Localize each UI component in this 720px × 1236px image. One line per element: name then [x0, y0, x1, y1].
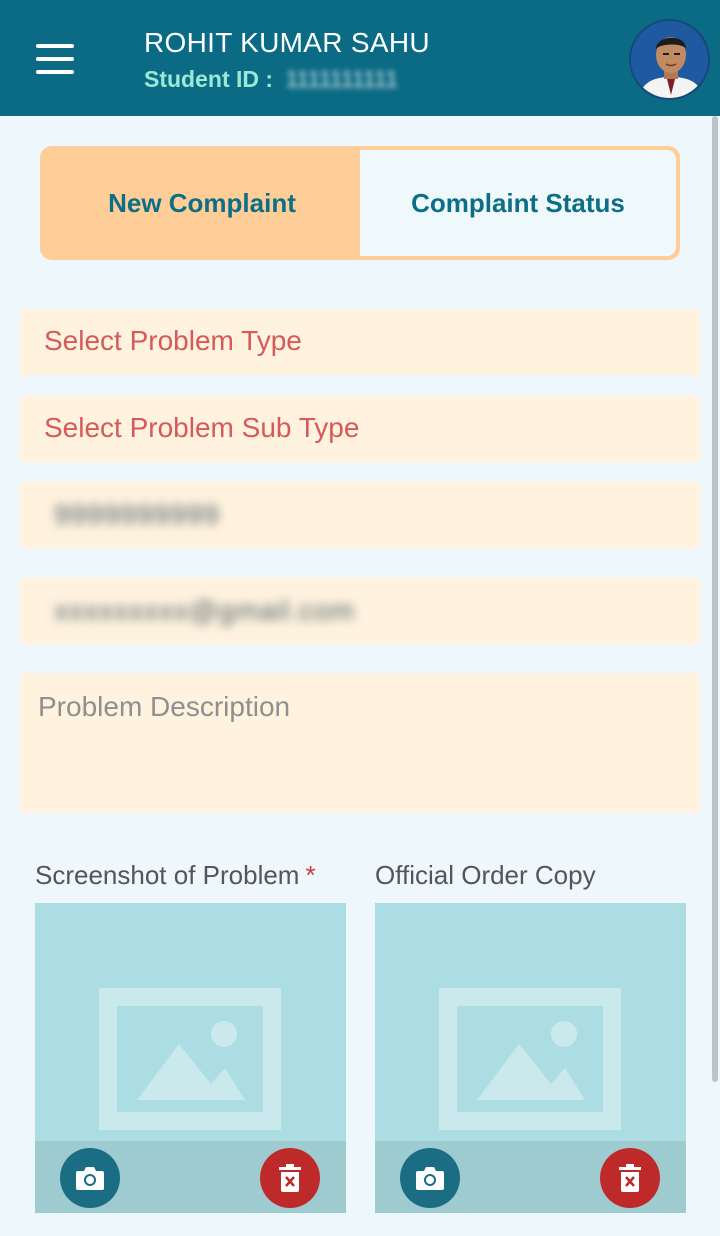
- avatar-photo: [631, 21, 708, 98]
- phone-value: 9999999999: [54, 499, 220, 530]
- camera-icon: [416, 1167, 444, 1190]
- problem-type-placeholder: Select Problem Type: [44, 325, 302, 356]
- phone-field[interactable]: 9999999999: [20, 482, 700, 548]
- problem-subtype-placeholder: Select Problem Sub Type: [44, 412, 360, 443]
- trash-icon: [279, 1164, 301, 1192]
- problem-description-input[interactable]: Problem Description: [20, 673, 700, 813]
- problem-subtype-select[interactable]: Select Problem Sub Type: [20, 396, 700, 462]
- screenshot-label-text: Screenshot of Problem: [35, 860, 300, 890]
- email-field[interactable]: xxxxxxxxx@gmail.com: [20, 578, 700, 644]
- trash-icon: [619, 1164, 641, 1192]
- screenshot-upload-box[interactable]: [35, 903, 346, 1213]
- problem-type-select[interactable]: Select Problem Type: [20, 309, 700, 375]
- hamburger-menu-icon[interactable]: [36, 44, 76, 74]
- student-id-value: 1111111111: [285, 66, 398, 92]
- avatar[interactable]: [629, 19, 710, 100]
- image-placeholder-icon: [439, 988, 621, 1130]
- upload-action-bar: [35, 1141, 346, 1213]
- description-placeholder: Problem Description: [38, 691, 291, 722]
- tab-complaint-status[interactable]: Complaint Status: [360, 150, 676, 256]
- complaint-tabs: New Complaint Complaint Status: [40, 146, 680, 260]
- camera-button[interactable]: [400, 1148, 460, 1208]
- student-id-row: Student ID : 1111111111: [144, 66, 398, 93]
- scrollbar[interactable]: [712, 116, 718, 1082]
- delete-button[interactable]: [600, 1148, 660, 1208]
- order-copy-label: Official Order Copy: [375, 860, 596, 890]
- order-copy-upload-box[interactable]: [375, 903, 686, 1213]
- required-mark: *: [305, 860, 316, 890]
- student-id-label: Student ID :: [144, 66, 274, 92]
- image-placeholder-icon: [99, 988, 281, 1130]
- app-header: ROHIT KUMAR SAHU Student ID : 1111111111: [0, 0, 720, 116]
- camera-button[interactable]: [60, 1148, 120, 1208]
- email-value: xxxxxxxxx@gmail.com: [54, 595, 356, 626]
- upload-action-bar: [375, 1141, 686, 1213]
- tab-new-complaint[interactable]: New Complaint: [44, 150, 360, 256]
- delete-button[interactable]: [260, 1148, 320, 1208]
- camera-icon: [76, 1167, 104, 1190]
- user-name: ROHIT KUMAR SAHU: [144, 27, 430, 58]
- screenshot-label: Screenshot of Problem *: [35, 860, 316, 891]
